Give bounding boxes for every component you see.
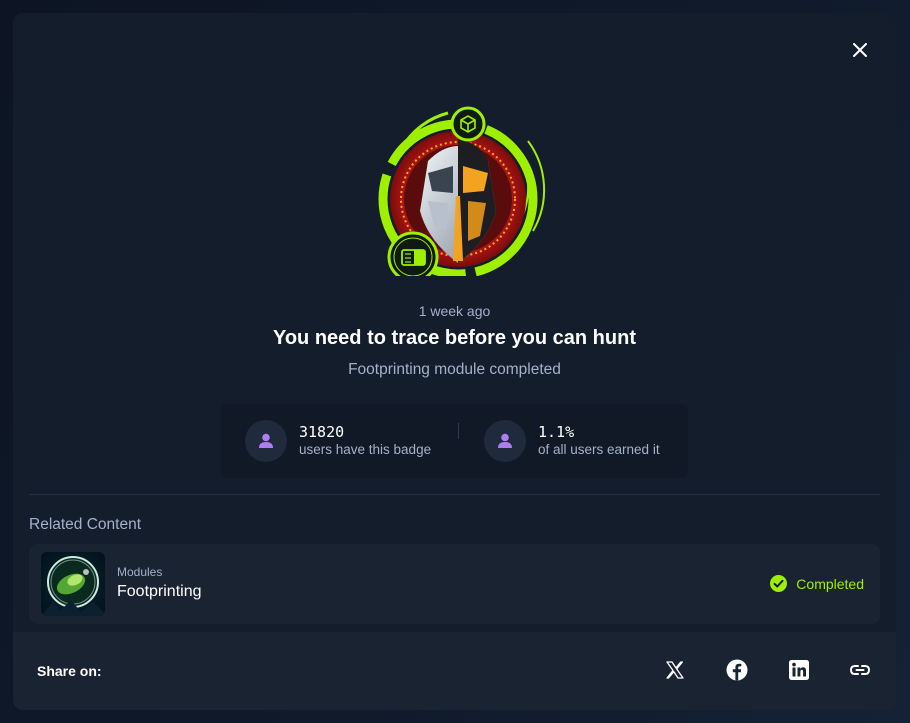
stat-divider bbox=[458, 423, 459, 439]
share-linkedin-button[interactable] bbox=[787, 658, 811, 682]
share-label: Share on: bbox=[37, 663, 102, 679]
stat-users-percent: 1.1% of all users earned it bbox=[484, 420, 660, 462]
check-circle-icon bbox=[770, 575, 788, 592]
badge-modal: 1 week ago You need to trace before you … bbox=[13, 13, 896, 710]
related-item-footprinting[interactable]: Modules Footprinting Completed bbox=[29, 544, 880, 624]
stat-label: users have this badge bbox=[299, 442, 432, 457]
stat-value: 1.1% bbox=[538, 423, 575, 441]
related-item-name: Footprinting bbox=[117, 583, 202, 600]
related-item-category: Modules bbox=[117, 565, 163, 579]
badge-image bbox=[368, 91, 548, 283]
user-icon bbox=[498, 433, 512, 448]
completed-label: Completed bbox=[796, 575, 864, 592]
linkedin-icon bbox=[789, 660, 809, 680]
completed-status: Completed bbox=[770, 575, 864, 592]
x-twitter-icon bbox=[666, 661, 684, 679]
user-icon bbox=[259, 433, 273, 448]
share-facebook-button[interactable] bbox=[725, 658, 749, 682]
close-button[interactable] bbox=[849, 39, 871, 61]
stat-users-count: 31820 users have this badge bbox=[245, 420, 431, 462]
earned-time: 1 week ago bbox=[418, 303, 491, 319]
link-icon bbox=[849, 665, 871, 675]
close-icon bbox=[853, 43, 867, 57]
stat-label: of all users earned it bbox=[538, 442, 660, 457]
section-divider bbox=[29, 494, 880, 495]
facebook-icon bbox=[726, 659, 748, 681]
share-bar: Share on: bbox=[13, 632, 896, 710]
stat-value: 31820 bbox=[299, 423, 345, 441]
badge-title: You need to trace before you can hunt bbox=[272, 327, 636, 349]
module-thumbnail bbox=[41, 552, 105, 616]
badge-stats: 31820 users have this badge 1.1% of all … bbox=[221, 404, 688, 478]
related-content-heading: Related Content bbox=[29, 516, 142, 533]
share-x-button[interactable] bbox=[663, 658, 687, 682]
copy-link-button[interactable] bbox=[848, 658, 872, 682]
badge-subtitle: Footprinting module completed bbox=[348, 361, 561, 378]
